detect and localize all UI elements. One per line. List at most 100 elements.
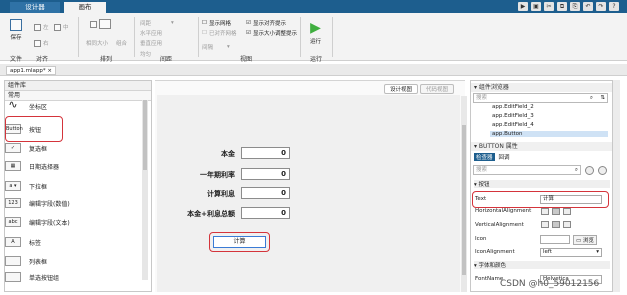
library-item[interactable]: abc 编辑字段(文本) (5, 217, 70, 227)
prop-icon-value[interactable] (540, 235, 570, 244)
apply-vertical-button[interactable]: 垂直应用 (140, 39, 162, 47)
group-button[interactable]: 组合 (116, 39, 127, 47)
help-icon[interactable]: ? (609, 2, 619, 11)
date-picker-icon: ▦ (5, 161, 21, 171)
library-item[interactable]: a ▾ 下拉框 (5, 181, 47, 191)
align-bottom-icon[interactable] (563, 221, 571, 228)
copy-icon[interactable]: ⧉ (557, 2, 567, 11)
divider (300, 17, 301, 57)
align-right-icon (34, 39, 41, 47)
library-item-label: 下拉框 (29, 183, 48, 191)
interval-dropdown[interactable]: 间隔 ▾ (202, 43, 230, 51)
field-label: 本金 (221, 150, 235, 158)
divider (78, 17, 79, 57)
save-icon[interactable]: ▣ (531, 2, 541, 11)
chevron-down-icon: ▾ (227, 44, 230, 50)
browse-button[interactable]: ▭ 浏览 (573, 235, 597, 245)
section-button[interactable]: ▾ 按钮 (474, 180, 610, 188)
paste-icon[interactable]: ⎘ (570, 2, 580, 11)
redo-icon[interactable]: ↷ (596, 2, 606, 11)
scrollbar-thumb[interactable] (143, 100, 147, 170)
align-left-icon[interactable] (541, 208, 549, 215)
file-tab[interactable]: app1.mlapp* × (6, 66, 56, 75)
align-left-button[interactable]: 左 (34, 23, 49, 31)
run-icon[interactable]: ▶ (518, 2, 528, 11)
align-middle-icon[interactable] (552, 221, 560, 228)
align-center-icon[interactable] (552, 208, 560, 215)
align-left-icon (34, 23, 41, 31)
numeric-edit-field[interactable]: 0 (241, 147, 290, 159)
library-item[interactable]: ∿ 坐标区 (5, 99, 48, 111)
design-view-button[interactable]: 设计视图 (384, 84, 419, 94)
even-spacing-button[interactable]: 均匀 (140, 50, 151, 58)
prop-fontname-label: FontName (475, 276, 504, 282)
tree-item[interactable]: app.EditField_3 (490, 113, 608, 119)
show-grid-checkbox[interactable]: ☐ 显示网格 (202, 19, 231, 27)
spacing-dropdown[interactable]: 间距 ▾ (140, 19, 174, 27)
divider (198, 17, 199, 57)
numeric-edit-field[interactable]: 0 (241, 187, 290, 199)
highlight-text-property (472, 191, 609, 208)
library-item-label: 编辑字段(数值) (29, 200, 70, 208)
ribbon: 保存 左 中 右 相同大小 组合 间距 ▾ 水平应用 垂直应用 均匀 ☐ 显示网格 … (0, 13, 627, 63)
library-item-label: 坐标区 (29, 103, 48, 111)
grid-view-icon[interactable] (598, 166, 607, 175)
numeric-edit-field[interactable]: 0 (241, 168, 290, 180)
checkbox-icon: ✓ (5, 143, 21, 153)
property-search-input[interactable]: 搜索 ⌕ (473, 165, 581, 175)
group-label-file: 文件 (10, 56, 23, 63)
library-item[interactable]: A 标签 (5, 237, 41, 247)
library-item[interactable]: 列表框 (5, 256, 47, 266)
library-item[interactable]: 123 编辑字段(数值) (5, 198, 70, 208)
section-font-color[interactable]: ▾ 字体和颜色 (474, 261, 610, 269)
arrange-icons (90, 19, 111, 29)
library-item[interactable]: ▦ 日期选择器 (5, 161, 59, 171)
tree-item[interactable]: app.EditField_4 (490, 122, 608, 128)
tree-item[interactable]: app.EditField_2 (490, 104, 608, 110)
tab-designer[interactable]: 设计器 (10, 2, 60, 13)
tab-canvas[interactable]: 画布 (64, 2, 106, 13)
align-center-icon (54, 23, 61, 31)
tab-callbacks[interactable]: 回调 (499, 153, 510, 161)
size-icon (99, 19, 111, 29)
show-align-hints-checkbox[interactable]: ☑ 显示对齐提示 (246, 19, 286, 27)
properties-header[interactable]: ▾ BUTTON 属性 (471, 142, 612, 151)
undo-icon[interactable]: ↶ (583, 2, 593, 11)
title-bar: 设计器 画布 ▶ ▣ ✂ ⧉ ⎘ ↶ ↷ ? (0, 0, 627, 13)
section-common: 常用 (5, 91, 151, 101)
quick-access-toolbar: ▶ ▣ ✂ ⧉ ⎘ ↶ ↷ ? (518, 2, 619, 11)
right-scrollbar[interactable] (613, 80, 620, 292)
align-right-button[interactable]: 右 (34, 39, 49, 47)
align-center-button[interactable]: 中 (54, 23, 69, 31)
checkbox-icon: ☐ (202, 20, 207, 26)
canvas-scrollbar-thumb[interactable] (462, 125, 466, 275)
snap-grid-checkbox[interactable]: ☐ 已对齐网格 (202, 29, 236, 37)
align-top-icon[interactable] (541, 221, 549, 228)
prop-icon-alignment-label: IconAlignment (475, 249, 515, 255)
group-label-align: 对齐 (36, 56, 49, 63)
code-view-button[interactable]: 代码视图 (420, 84, 455, 94)
numeric-edit-field[interactable]: 0 (241, 207, 290, 219)
field-label: 计算利息 (207, 190, 235, 198)
tree-item[interactable]: app.Button (490, 131, 608, 137)
apply-horizontal-button[interactable]: 水平应用 (140, 29, 162, 37)
save-button[interactable]: 保存 (10, 19, 22, 41)
cut-icon[interactable]: ✂ (544, 2, 554, 11)
list-view-icon[interactable] (585, 166, 594, 175)
prop-horizontal-alignment-label: HorizontalAlignment (475, 208, 532, 214)
sort-icon[interactable]: ⇅ (600, 94, 605, 102)
show-resize-hints-checkbox[interactable]: ☑ 显示大小调整提示 (246, 29, 297, 37)
align-right-icon[interactable] (563, 208, 571, 215)
browser-search-input[interactable]: 搜索 ⌕ ⇅ (473, 93, 608, 103)
browser-header[interactable]: ▾ 组件浏览器 (471, 83, 612, 92)
library-item[interactable]: ✓ 复选框 (5, 143, 47, 153)
group-label-spacing: 间距 (160, 56, 173, 63)
same-size-button[interactable]: 相同大小 (86, 39, 108, 47)
library-item-label: 单选按钮组 (29, 274, 60, 282)
run-button[interactable]: ▶ 运行 (310, 21, 321, 45)
icon-alignment-dropdown[interactable]: left ▾ (540, 248, 602, 257)
tab-inspector[interactable]: 检查器 (474, 153, 495, 161)
chevron-down-icon: ▾ (596, 249, 599, 255)
library-item[interactable]: 单选按钮组 (5, 272, 59, 282)
divider (134, 17, 135, 57)
